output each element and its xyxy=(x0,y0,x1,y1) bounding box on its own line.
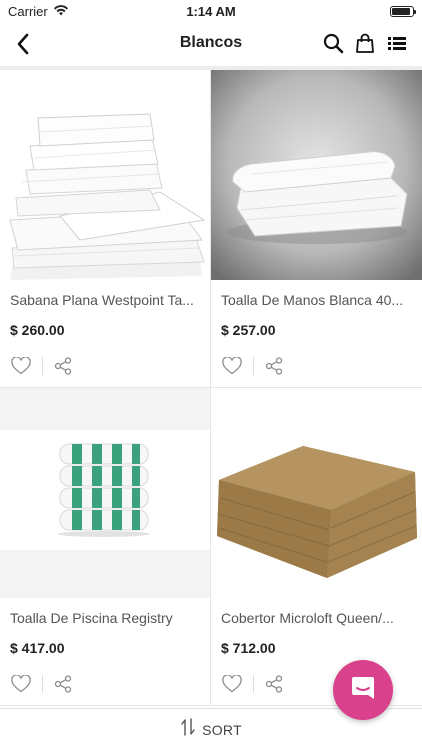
status-left: Carrier xyxy=(8,4,148,19)
heart-icon[interactable] xyxy=(10,356,32,376)
chat-bubble-icon xyxy=(349,674,377,707)
list-view-icon[interactable] xyxy=(386,32,408,54)
share-icon[interactable] xyxy=(263,356,285,376)
share-icon[interactable] xyxy=(52,674,74,694)
product-card[interactable]: Toalla De Piscina Registry $ 417.00 xyxy=(0,388,211,706)
search-icon[interactable] xyxy=(322,32,344,54)
product-image-pool-towels[interactable] xyxy=(0,388,210,598)
product-grid: Sabana Plana Westpoint Ta... $ 260.00 To… xyxy=(0,70,422,706)
share-icon[interactable] xyxy=(52,356,74,376)
heart-icon[interactable] xyxy=(221,674,243,694)
product-actions xyxy=(221,674,285,694)
sort-label: SORT xyxy=(202,721,242,738)
action-divider xyxy=(253,357,254,375)
product-price: $ 260.00 xyxy=(10,322,65,338)
product-price: $ 257.00 xyxy=(221,322,276,338)
nav-bar: Blancos xyxy=(0,22,422,66)
product-actions xyxy=(10,674,74,694)
product-name[interactable]: Sabana Plana Westpoint Ta... xyxy=(10,292,202,308)
product-image-sheets[interactable] xyxy=(0,70,210,280)
nav-actions xyxy=(322,32,408,54)
product-card[interactable]: Cobertor Microloft Queen/... $ 712.00 xyxy=(211,388,422,706)
status-time: 1:14 AM xyxy=(186,3,236,19)
product-actions xyxy=(221,356,285,376)
product-name[interactable]: Toalla De Manos Blanca 40... xyxy=(221,292,413,308)
sort-arrows-icon xyxy=(180,718,196,741)
heart-icon[interactable] xyxy=(221,356,243,376)
action-divider xyxy=(42,675,43,693)
share-icon[interactable] xyxy=(263,674,285,694)
battery-level xyxy=(392,7,410,15)
carrier-label: Carrier xyxy=(8,3,48,19)
product-image-blanket[interactable] xyxy=(211,388,422,598)
product-card[interactable]: Toalla De Manos Blanca 40... $ 257.00 xyxy=(211,70,422,388)
product-actions xyxy=(10,356,74,376)
heart-icon[interactable] xyxy=(10,674,32,694)
status-bar: Carrier 1:14 AM xyxy=(0,0,422,22)
back-chevron-icon[interactable] xyxy=(10,30,36,58)
product-name[interactable]: Cobertor Microloft Queen/... xyxy=(221,610,413,626)
action-divider xyxy=(42,357,43,375)
chat-button[interactable] xyxy=(333,660,393,720)
product-image-towel[interactable] xyxy=(211,70,422,280)
product-card[interactable]: Sabana Plana Westpoint Ta... $ 260.00 xyxy=(0,70,211,388)
product-price: $ 712.00 xyxy=(221,640,276,656)
shopping-bag-icon[interactable] xyxy=(354,32,376,54)
product-name[interactable]: Toalla De Piscina Registry xyxy=(10,610,202,626)
product-price: $ 417.00 xyxy=(10,640,65,656)
wifi-icon xyxy=(53,4,69,19)
battery-icon xyxy=(390,5,416,17)
status-right xyxy=(274,5,416,17)
action-divider xyxy=(253,675,254,693)
